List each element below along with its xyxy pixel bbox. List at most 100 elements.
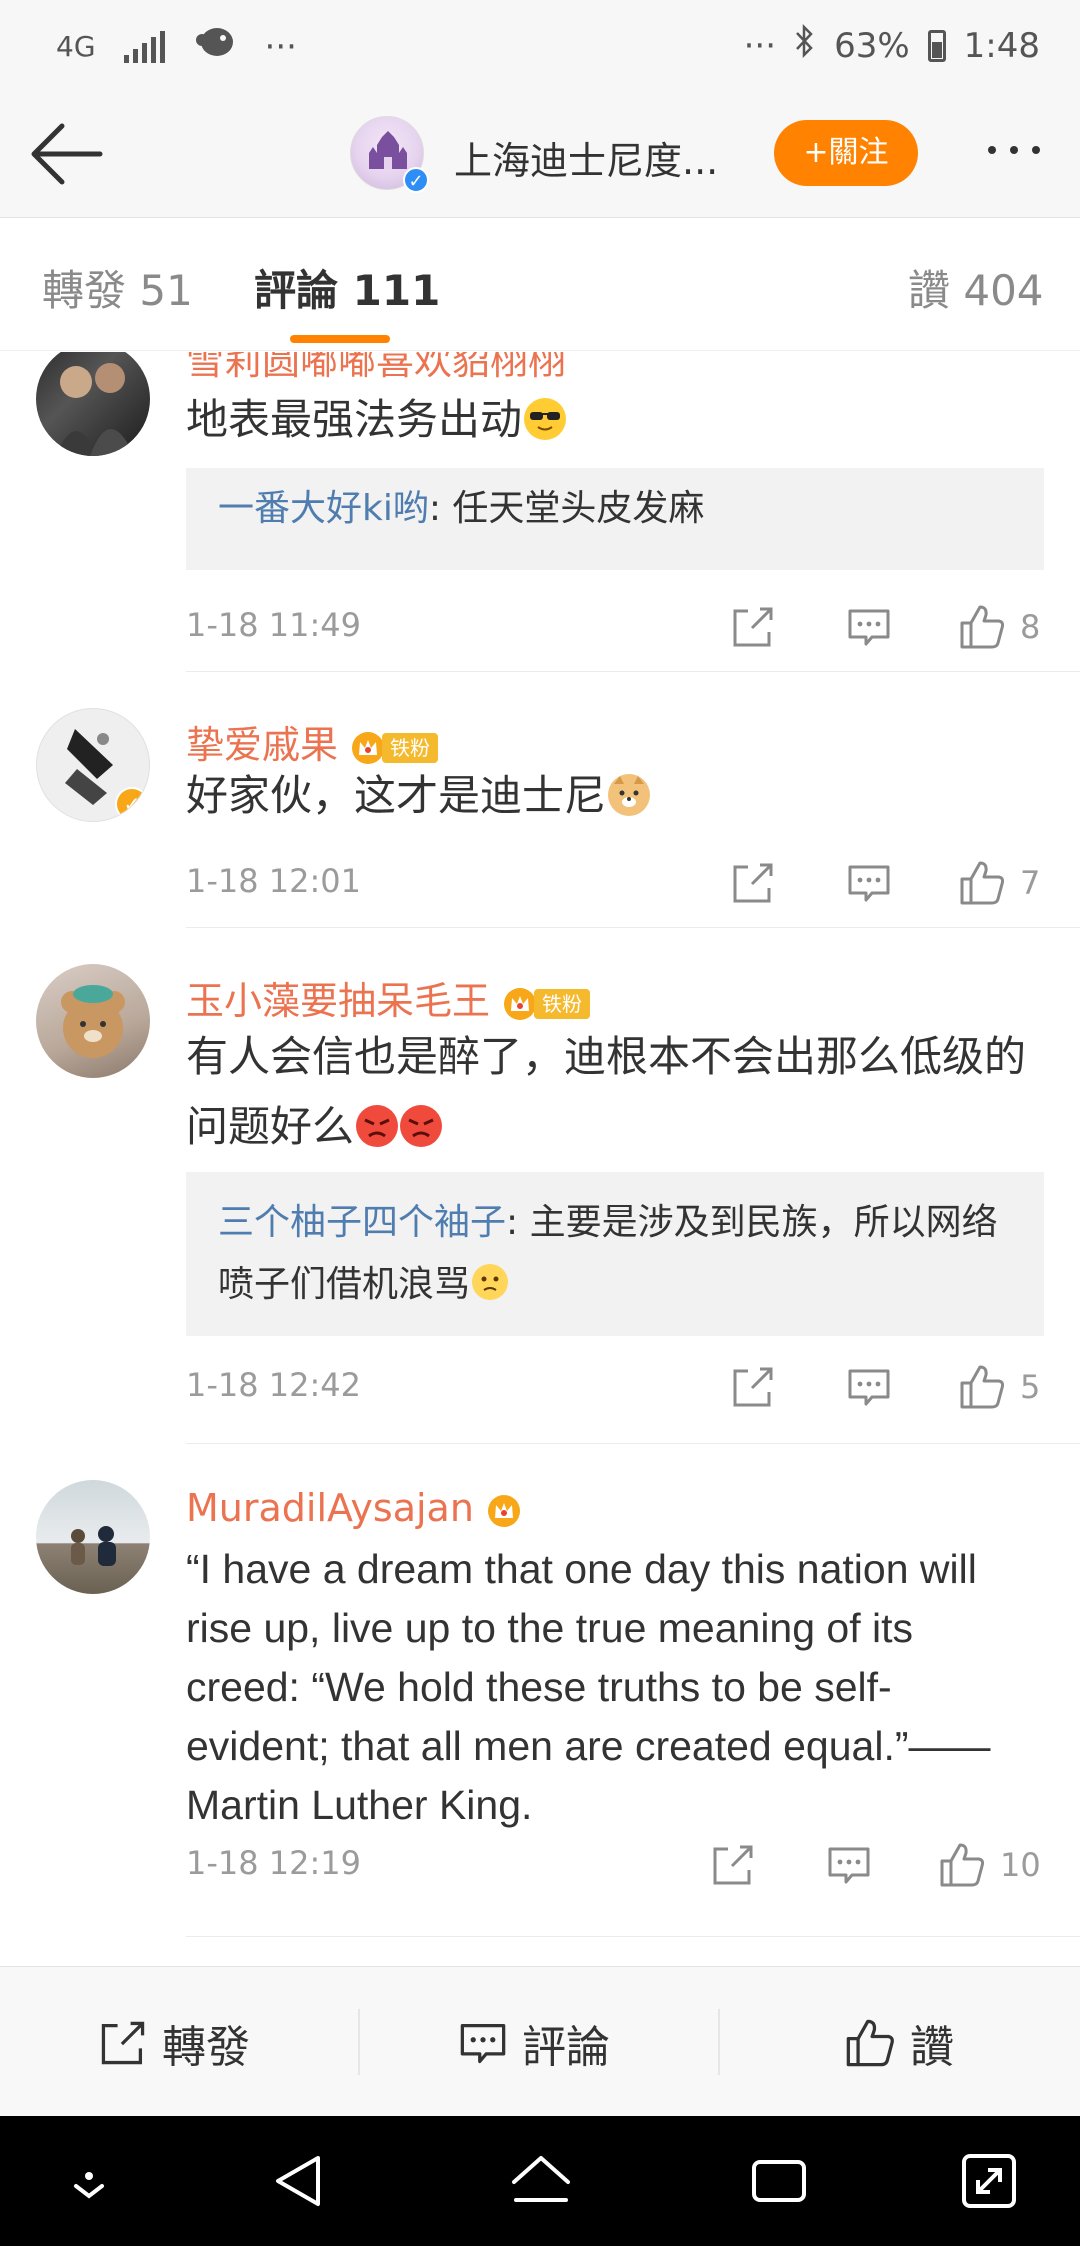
top-navigation-bar: ✓ 上海迪士尼度... +關注 [0,90,1080,218]
like-button[interactable]: 10 [938,1840,1041,1890]
notification-app-icon [193,24,237,69]
thumbs-up-icon [960,1365,1005,1409]
tab-likes[interactable]: 讚 404 [908,257,1044,318]
recent-apps-icon [752,2160,806,2202]
chevron-down-icon [74,2172,104,2199]
verified-badge-icon: ✓ [403,167,429,193]
hide-navbar-button[interactable] [54,2146,124,2216]
avatar[interactable] [36,352,150,456]
back-button[interactable] [28,118,108,190]
repost-action-label: 轉發 [162,2022,250,2073]
comment-text: 有人会信也是醉了，迪根本不会出那么低级的问题好么 [186,1032,1027,1151]
reply-username[interactable]: 一番大好ki哟 [218,488,429,529]
comment-username[interactable]: MuradilAysajan [186,1486,522,1530]
repost-icon [733,607,773,647]
expand-icon [962,2154,1016,2208]
comment-text: 地表最强法务出动 [186,390,1046,450]
active-tab-indicator [290,335,390,343]
comment-action-label: 評論 [522,2022,610,2073]
comment-action-button[interactable]: 評論 [458,2015,610,2073]
comment-divider [186,927,1080,928]
comment-time: 1-18 12:19 [186,1844,362,1882]
divider [358,2009,360,2075]
reply-preview[interactable]: 三个柚子四个袖子: 主要是涉及到民族，所以网络喷子们借机浪骂 [186,1172,1044,1336]
like-action-label: 讚 [910,2022,954,2073]
repost-button[interactable] [730,602,776,652]
like-action-button[interactable]: 讚 [844,2015,954,2073]
comment-icon [828,1847,870,1884]
post-tabs: 轉發 51 評論 111 讚 404 [0,219,1080,351]
repost-button[interactable] [730,1362,776,1412]
sunglasses-emoji-icon [524,398,567,440]
angry-emoji-icon [400,1105,443,1147]
reply-text: : 任天堂头皮发麻 [428,488,705,529]
comment-username[interactable]: 雪莉圆嘟嘟喜欢貂栩栩 [186,352,566,385]
repost-action-button[interactable]: 轉發 [98,2015,250,2073]
fan-badge [486,1493,522,1529]
avatar[interactable]: ✓ [36,708,150,822]
home-icon [512,2156,570,2202]
more-notifications: ··· [264,26,297,67]
account-avatar[interactable]: ✓ [350,116,429,193]
comment-username[interactable]: 挚爱戚果 铁粉 [186,714,439,769]
crown-icon [504,987,537,1020]
bottom-action-bar: 轉發 評論 讚 [0,1966,1080,2116]
reply-username[interactable]: 三个柚子四个袖子 [218,1202,506,1243]
reply-button[interactable] [826,1840,872,1890]
doge-emoji-icon [608,774,651,816]
comment-meta: 1-18 11:49 8 [186,596,1044,656]
like-count: 10 [1000,1846,1041,1884]
like-count: 5 [1020,1368,1041,1406]
status-bar: 4G ··· ··· 63% 1:48 [0,0,1080,90]
divider [718,2009,720,2075]
thumbs-up-icon [960,605,1005,649]
comment-time: 1-18 12:42 [186,1366,362,1404]
account-name[interactable]: 上海迪士尼度... [454,130,718,185]
battery-icon [927,29,946,62]
like-button[interactable]: 7 [958,858,1040,908]
reply-button[interactable] [846,1362,892,1412]
comment-icon [848,609,890,646]
like-count: 8 [1020,608,1041,646]
more-options-button[interactable] [974,130,1054,170]
comment-list[interactable]: 雪莉圆嘟嘟喜欢貂栩栩 地表最强法务出动 一番大好ki哟: 任天堂头皮发麻 1-1… [0,352,1080,1966]
like-button[interactable]: 5 [958,1362,1040,1412]
crown-icon [487,1494,520,1527]
comment-divider [186,1936,1080,1937]
reply-button[interactable] [846,602,892,652]
repost-icon [733,1367,773,1407]
reply-button[interactable] [846,858,892,908]
comment-username[interactable]: 玉小藻要抽呆毛王 铁粉 [186,970,591,1025]
follow-button[interactable]: +關注 [774,120,918,186]
thumbs-up-icon [846,2019,894,2067]
iron-fan-badge: 铁粉 [502,986,591,1022]
more-status: ··· [743,25,777,66]
comment-time: 1-18 11:49 [186,606,362,644]
system-navigation-bar [0,2116,1080,2246]
nav-recents-button[interactable] [744,2146,814,2216]
back-triangle-icon [276,2156,320,2206]
avatar[interactable] [36,1480,150,1594]
verified-badge-icon: ✓ [115,787,149,821]
screen-rotate-button[interactable] [954,2146,1024,2216]
thumbs-up-icon [940,1843,985,1887]
crown-icon [352,731,385,764]
bluetooth-icon [794,23,816,67]
sad-emoji-icon [472,1264,509,1300]
tab-repost[interactable]: 轉發 51 [42,257,193,318]
repost-button[interactable] [730,858,776,908]
comment-meta: 1-18 12:42 5 [186,1356,1044,1416]
avatar[interactable] [36,964,150,1078]
nav-home-button[interactable] [506,2146,576,2216]
reply-preview[interactable]: 一番大好ki哟: 任天堂头皮发麻 [186,468,1044,570]
comment-text: 好家伙，这才是迪士尼 [186,766,1046,826]
back-arrow-icon [31,123,103,185]
comment-divider [186,671,1080,672]
like-button[interactable]: 8 [958,602,1040,652]
nav-back-button[interactable] [266,2146,336,2216]
battery-percent: 63% [834,25,910,66]
angry-emoji-icon [356,1105,399,1147]
tab-comments[interactable]: 評論 111 [254,257,440,318]
repost-button[interactable] [710,1840,756,1890]
disney-castle-logo [369,131,407,169]
